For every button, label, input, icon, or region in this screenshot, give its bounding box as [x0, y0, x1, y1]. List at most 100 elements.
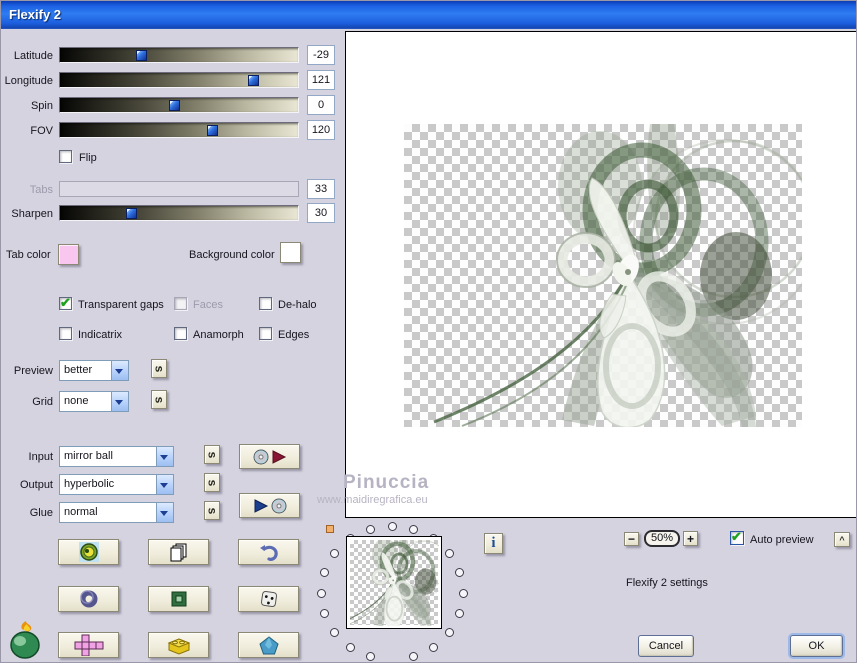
ring-dot — [429, 642, 439, 652]
glue-dropdown[interactable]: normal — [59, 502, 174, 523]
pentagon-gem-icon — [258, 635, 279, 654]
ring-dot — [365, 524, 375, 534]
chevron-down-icon[interactable] — [156, 503, 173, 522]
grid-dropdown-label: Grid — [32, 396, 53, 408]
undo-arrow-icon — [259, 545, 278, 561]
pages-icon — [170, 543, 186, 561]
thumbnail-preview[interactable] — [346, 536, 442, 629]
caret-up-icon: ^ — [839, 534, 845, 545]
flip-label: Flip — [79, 152, 97, 164]
anamorph-label: Anamorph — [193, 329, 244, 341]
spin-value[interactable]: 0 — [307, 95, 335, 115]
frame-button[interactable] — [148, 586, 209, 612]
logo-button[interactable] — [58, 539, 119, 565]
longitude-slider[interactable] — [59, 72, 299, 88]
latitude-value[interactable]: -29 — [307, 45, 335, 65]
status-text: Flexify 2 settings — [626, 577, 708, 589]
latitude-slider-thumb[interactable] — [135, 50, 147, 61]
transparent-gaps-checkbox[interactable]: ✔ — [59, 295, 72, 310]
ring-dot — [330, 627, 340, 637]
thumbnail-image — [350, 540, 439, 626]
anamorph-checkbox[interactable] — [174, 327, 187, 340]
lego-button[interactable] — [148, 632, 209, 658]
flip-checkbox[interactable] — [59, 150, 72, 163]
collapse-button[interactable]: ^ — [834, 532, 850, 547]
minus-icon: − — [627, 532, 635, 546]
info-button[interactable]: i — [484, 533, 503, 554]
ok-button[interactable]: OK — [790, 635, 843, 657]
indicatrix-checkbox[interactable] — [59, 327, 72, 340]
edges-checkbox[interactable] — [259, 327, 272, 340]
longitude-value[interactable]: 121 — [307, 70, 335, 90]
flexify-logo-icon — [78, 542, 99, 562]
zoom-out-button[interactable]: − — [624, 532, 639, 546]
spin-slider[interactable] — [59, 97, 299, 113]
fov-value[interactable]: 120 — [307, 120, 335, 140]
faces-label: Faces — [193, 299, 223, 311]
grid-seed-button[interactable]: s — [151, 390, 167, 409]
transparent-gaps-label: Transparent gaps — [78, 299, 164, 311]
gem-button[interactable] — [238, 632, 299, 658]
watermark-name: Pinuccia — [343, 472, 430, 493]
flexify-dialog: Flexify 2 Latitude -29 Longitude 121 Spi… — [0, 0, 857, 663]
preview-canvas[interactable] — [345, 31, 856, 518]
latitude-slider[interactable] — [59, 47, 299, 63]
tab-color-swatch[interactable] — [58, 244, 79, 265]
seed-icon: s — [205, 451, 219, 458]
save-settings-button[interactable] — [239, 493, 300, 518]
lego-brick-icon — [167, 638, 190, 655]
auto-preview-checkbox[interactable]: ✔ — [730, 529, 744, 545]
load-settings-button[interactable] — [239, 444, 300, 469]
de-halo-label: De-halo — [278, 299, 317, 311]
cube-net-button[interactable] — [58, 632, 119, 658]
glue-seed-button[interactable]: s — [204, 501, 220, 520]
preview-dropdown-label: Preview — [13, 365, 53, 377]
cancel-button[interactable]: Cancel — [638, 635, 694, 657]
seed-icon: s — [205, 507, 219, 514]
tab-color-label: Tab color — [6, 249, 51, 261]
zoom-in-button[interactable]: + — [683, 531, 698, 546]
chevron-down-icon[interactable] — [156, 447, 173, 466]
seed-icon: s — [152, 365, 166, 372]
copy-settings-button[interactable] — [148, 539, 209, 565]
sharpen-slider-thumb[interactable] — [126, 208, 138, 219]
spin-label: Spin — [30, 100, 53, 112]
tabs-value[interactable]: 33 — [307, 179, 335, 199]
grid-dropdown[interactable]: none — [59, 391, 129, 412]
ring-dot — [365, 652, 375, 662]
preview-dropdown[interactable]: better — [59, 360, 129, 381]
sharpen-value[interactable]: 30 — [307, 203, 335, 223]
sharpen-label: Sharpen — [11, 208, 53, 220]
undo-button[interactable] — [238, 539, 299, 565]
glue-spot-handle[interactable] — [326, 525, 334, 533]
seed-icon: s — [152, 396, 166, 403]
fov-slider-thumb[interactable] — [207, 125, 219, 136]
preview-seed-button[interactable]: s — [151, 359, 167, 378]
auto-preview-label: Auto preview — [750, 534, 814, 546]
plus-icon: + — [686, 531, 694, 546]
fov-slider[interactable] — [59, 122, 299, 138]
chevron-down-icon[interactable] — [111, 392, 128, 411]
longitude-slider-thumb[interactable] — [247, 75, 259, 86]
dice-button[interactable] — [238, 586, 299, 612]
input-dropdown[interactable]: mirror ball — [59, 446, 174, 467]
ring-dot — [319, 567, 329, 577]
output-dropdown[interactable]: hyperbolic — [59, 474, 174, 495]
input-dropdown-value: mirror ball — [64, 450, 113, 462]
torus-button[interactable] — [58, 586, 119, 612]
window-title: Flexify 2 — [9, 7, 62, 22]
output-seed-button[interactable]: s — [204, 473, 220, 492]
sharpen-slider[interactable] — [59, 205, 299, 221]
spin-slider-thumb[interactable] — [169, 100, 181, 111]
chevron-down-icon[interactable] — [111, 361, 128, 380]
tabs-slider — [59, 181, 299, 197]
title-bar[interactable]: Flexify 2 — [1, 1, 856, 29]
cancel-button-label: Cancel — [648, 640, 684, 652]
arrow-disc-icon — [254, 498, 286, 513]
background-color-swatch[interactable] — [280, 242, 301, 263]
chevron-down-icon[interactable] — [156, 475, 173, 494]
input-seed-button[interactable]: s — [204, 445, 220, 464]
de-halo-checkbox[interactable] — [259, 297, 272, 310]
faces-checkbox — [174, 297, 187, 310]
ring-dot — [330, 549, 340, 559]
